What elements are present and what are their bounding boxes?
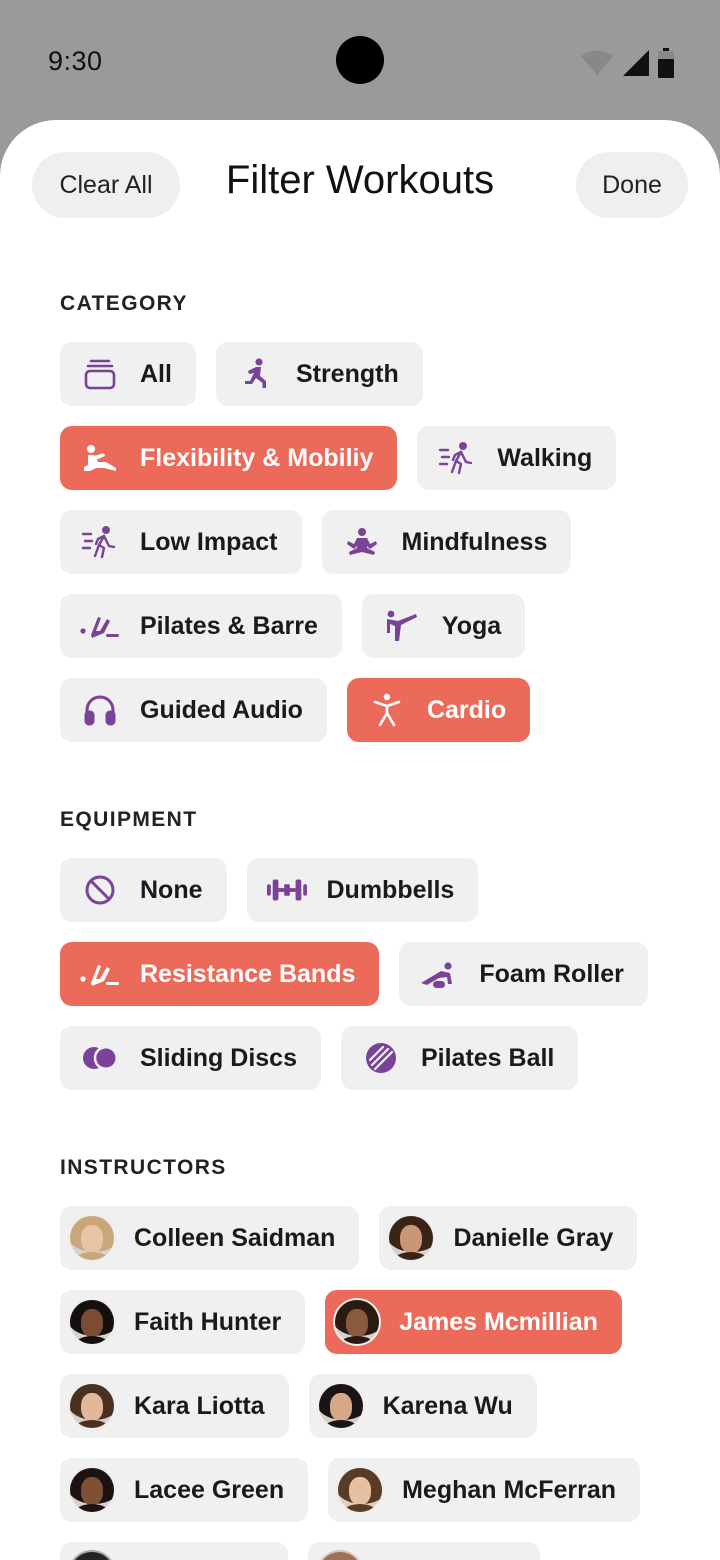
- category-section: CATEGORY All Strength Flexibility & Mobi…: [60, 292, 680, 742]
- chip-equipment-sliding-discs[interactable]: Sliding Discs: [60, 1026, 321, 1090]
- camera-cutout: [336, 36, 384, 84]
- chip-label: All: [140, 359, 172, 388]
- chip-category-guided-audio[interactable]: Guided Audio: [60, 678, 327, 742]
- chip-label: Meghan McFerran: [402, 1475, 617, 1504]
- status-time: 9:30: [48, 46, 103, 76]
- chip-instructor-colleen-saidman[interactable]: Colleen Saidman: [60, 1206, 360, 1270]
- stack-icon: [80, 354, 120, 394]
- instructors-title: INSTRUCTORS: [60, 1156, 227, 1179]
- instructors-section: INSTRUCTORS Colleen Saidman Danielle Gra…: [60, 1156, 680, 1560]
- headphones-icon: [80, 690, 120, 730]
- avatar: [336, 1466, 385, 1514]
- chip-instructor-james-mcmillian[interactable]: James Mcmillian: [325, 1290, 622, 1354]
- equipment-chips: None Dumbbells Resistance Bands Foam Rol…: [60, 858, 680, 1090]
- dumbbell-icon: [266, 870, 307, 910]
- equipment-section: EQUIPMENT None Dumbbells Resistance Band…: [60, 808, 680, 1090]
- done-button[interactable]: Done: [576, 152, 688, 218]
- chip-label: Cardio: [426, 695, 507, 724]
- chip-label: Yoga: [441, 611, 502, 640]
- chip-instructor-karena-wu[interactable]: Karena Wu: [308, 1374, 537, 1438]
- foam-roller-icon: [419, 954, 459, 994]
- avatar: [68, 1214, 116, 1262]
- category-title: CATEGORY: [60, 292, 188, 315]
- chip-label: James Mcmillian: [399, 1307, 598, 1336]
- cardio-icon: [367, 690, 407, 730]
- sliding-discs-icon: [80, 1038, 120, 1078]
- chip-label: Kara Liotta: [134, 1391, 265, 1420]
- chip-category-flexibility[interactable]: Flexibility & Mobiliy: [60, 426, 398, 490]
- stretch-icon: [80, 438, 120, 478]
- chip-category-walking[interactable]: Walking: [417, 426, 617, 490]
- chip-instructor-partial[interactable]: [60, 1542, 288, 1560]
- walking-icon: [437, 438, 477, 478]
- avatar: [387, 1214, 436, 1262]
- strength-icon: [236, 354, 276, 394]
- chip-category-yoga[interactable]: Yoga: [361, 594, 526, 658]
- category-chips: All Strength Flexibility & Mobiliy Walki…: [60, 342, 680, 742]
- chip-equipment-resistance-bands[interactable]: Resistance Bands: [60, 942, 380, 1006]
- pilates-icon: [80, 606, 120, 646]
- none-icon: [80, 870, 120, 910]
- instructor-chips: Colleen Saidman Danielle Gray Faith Hunt…: [60, 1206, 680, 1560]
- chip-category-pilates[interactable]: Pilates & Barre: [60, 594, 342, 658]
- chip-instructor-kara-liotta[interactable]: Kara Liotta: [60, 1374, 289, 1438]
- wifi-icon: [581, 50, 613, 75]
- avatar: [68, 1550, 116, 1560]
- low-impact-icon: [80, 522, 120, 562]
- meditation-icon: [342, 522, 382, 562]
- chip-label: Resistance Bands: [140, 959, 356, 988]
- chip-label: Colleen Saidman: [134, 1223, 336, 1252]
- chip-category-cardio[interactable]: Cardio: [346, 678, 531, 742]
- avatar: [333, 1298, 382, 1346]
- chip-label: Dumbbells: [326, 875, 455, 904]
- chip-category-strength[interactable]: Strength: [215, 342, 423, 406]
- chip-label: Karena Wu: [382, 1391, 513, 1420]
- chip-label: Lacee Green: [134, 1475, 285, 1504]
- cellular-signal-icon: [623, 50, 649, 76]
- equipment-title: EQUIPMENT: [60, 808, 198, 831]
- chip-instructor-lacee-green[interactable]: Lacee Green: [60, 1458, 309, 1522]
- avatar: [316, 1550, 364, 1560]
- chip-label: None: [140, 875, 203, 904]
- chip-instructor-meghan-mcferran[interactable]: Meghan McFerran: [328, 1458, 641, 1522]
- chip-label: Pilates & Barre: [140, 611, 318, 640]
- resistance-band-icon: [80, 954, 120, 994]
- chip-label: Foam Roller: [479, 959, 624, 988]
- chip-instructor-partial[interactable]: [308, 1542, 540, 1560]
- chip-label: Flexibility & Mobiliy: [140, 443, 374, 472]
- filter-sheet: Clear All Filter Workouts Done CATEGORY …: [0, 120, 720, 1560]
- yoga-icon: [382, 606, 422, 646]
- chip-label: Mindfulness: [401, 527, 548, 556]
- status-bar: 9:30: [0, 0, 720, 120]
- chip-category-low-impact[interactable]: Low Impact: [60, 510, 302, 574]
- chip-instructor-danielle-gray[interactable]: Danielle Gray: [379, 1206, 638, 1270]
- chip-label: Low Impact: [140, 527, 278, 556]
- chip-category-mindfulness[interactable]: Mindfulness: [321, 510, 572, 574]
- chip-label: Strength: [295, 359, 399, 388]
- chip-label: Guided Audio: [140, 695, 303, 724]
- chip-label: Danielle Gray: [453, 1223, 614, 1252]
- chip-instructor-faith-hunter[interactable]: Faith Hunter: [60, 1290, 306, 1354]
- chip-equipment-none[interactable]: None: [60, 858, 227, 922]
- chip-equipment-pilates-ball[interactable]: Pilates Ball: [340, 1026, 579, 1090]
- chip-label: Walking: [497, 443, 593, 472]
- pilates-ball-icon: [361, 1038, 401, 1078]
- chip-label: Faith Hunter: [134, 1307, 282, 1336]
- avatar: [68, 1466, 116, 1514]
- avatar: [68, 1298, 116, 1346]
- chip-equipment-dumbbells[interactable]: Dumbbells: [246, 858, 479, 922]
- battery-icon: [658, 48, 674, 78]
- status-icons: [580, 48, 674, 78]
- avatar: [316, 1382, 365, 1430]
- avatar: [68, 1382, 116, 1430]
- chip-category-all[interactable]: All: [60, 342, 196, 406]
- chip-label: Sliding Discs: [140, 1043, 297, 1072]
- chip-equipment-foam-roller[interactable]: Foam Roller: [399, 942, 648, 1006]
- chip-label: Pilates Ball: [420, 1043, 555, 1072]
